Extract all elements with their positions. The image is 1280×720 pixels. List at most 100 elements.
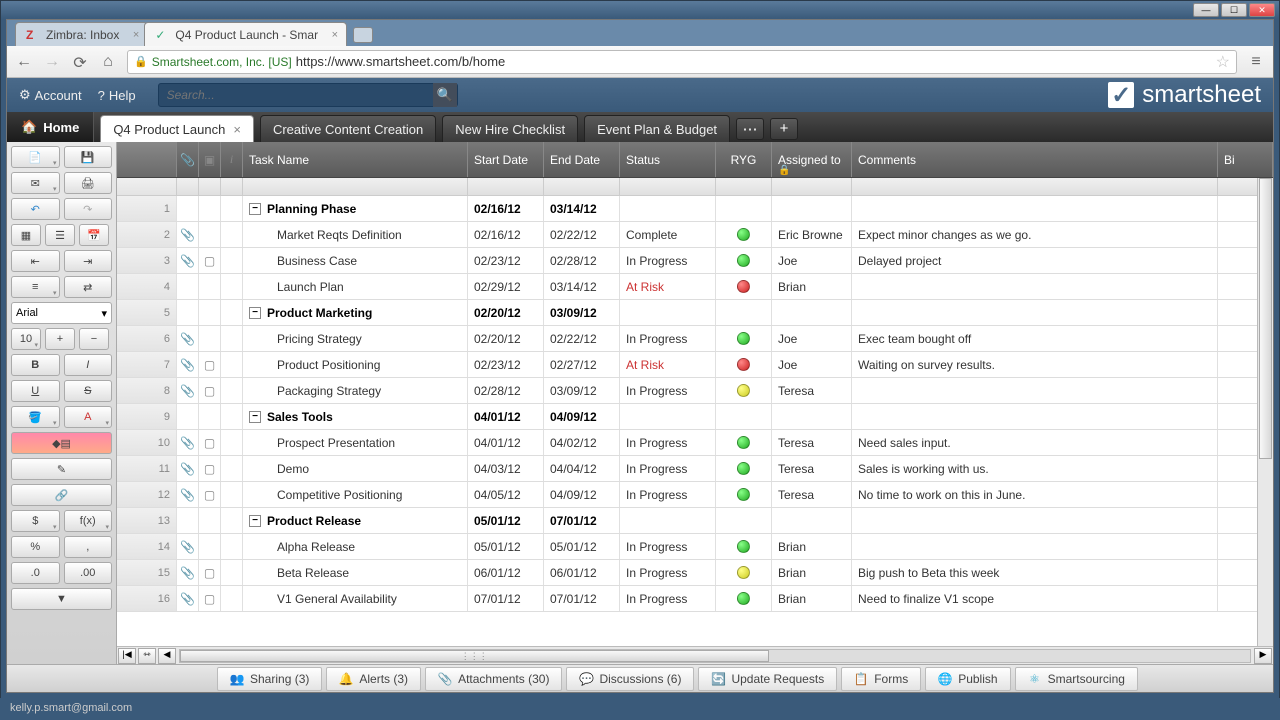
attachment-cell[interactable] [177, 404, 199, 429]
attachment-cell[interactable]: 📎 [177, 352, 199, 377]
comment-cell[interactable] [852, 534, 1218, 559]
info-cell[interactable] [221, 300, 243, 325]
attachment-cell[interactable] [177, 300, 199, 325]
info-column-header[interactable]: i [221, 142, 243, 177]
end-date-cell[interactable]: 06/01/12 [544, 560, 620, 585]
update-requests-button[interactable]: 🔄Update Requests [698, 667, 837, 691]
end-date-cell[interactable]: 02/27/12 [544, 352, 620, 377]
status-cell[interactable]: In Progress [620, 482, 716, 507]
end-date-cell[interactable]: 03/14/12 [544, 274, 620, 299]
table-row[interactable]: 15📎▢Beta Release06/01/1206/01/12In Progr… [117, 560, 1273, 586]
ryg-cell[interactable] [716, 560, 772, 585]
bold-button[interactable]: B [11, 354, 60, 376]
ryg-cell[interactable] [716, 586, 772, 611]
assigned-cell[interactable]: Brian [772, 560, 852, 585]
publish-button[interactable]: 🌐Publish [925, 667, 1010, 691]
ryg-cell[interactable] [716, 300, 772, 325]
comment-cell[interactable]: Expect minor changes as we go. [852, 222, 1218, 247]
status-cell[interactable]: In Progress [620, 326, 716, 351]
window-maximize-button[interactable]: ☐ [1221, 3, 1247, 17]
comment-cell[interactable] [852, 300, 1218, 325]
info-cell[interactable] [221, 274, 243, 299]
discussion-cell[interactable] [199, 508, 221, 533]
close-icon[interactable]: × [332, 29, 338, 41]
collapse-icon[interactable]: − [249, 203, 261, 215]
discussion-cell[interactable]: ▢ [199, 430, 221, 455]
window-minimize-button[interactable]: — [1193, 3, 1219, 17]
scroll-right-button[interactable]: ▶ [1254, 648, 1272, 664]
end-date-cell[interactable]: 07/01/12 [544, 586, 620, 611]
scroll-left-button[interactable]: ◀ [158, 648, 176, 664]
info-cell[interactable] [221, 586, 243, 611]
search-button[interactable]: 🔍 [433, 83, 457, 107]
start-date-cell[interactable]: 02/20/12 [468, 300, 544, 325]
start-date-cell[interactable]: 02/16/12 [468, 222, 544, 247]
task-cell[interactable]: Business Case [243, 248, 468, 273]
calendar-view-button[interactable]: 📅 [79, 224, 109, 246]
discussion-cell[interactable]: ▢ [199, 352, 221, 377]
assigned-cell[interactable]: Joe [772, 248, 852, 273]
discussion-cell[interactable] [199, 274, 221, 299]
sheet-tab[interactable]: Creative Content Creation [260, 115, 436, 142]
toolbar-expand-button[interactable]: ▼ [11, 588, 112, 610]
start-date-cell[interactable]: 06/01/12 [468, 560, 544, 585]
discussion-cell[interactable]: ▢ [199, 378, 221, 403]
discussion-cell[interactable] [199, 222, 221, 247]
comment-cell[interactable] [852, 378, 1218, 403]
table-row[interactable]: 2📎Market Reqts Definition02/16/1202/22/1… [117, 222, 1273, 248]
ryg-cell[interactable] [716, 196, 772, 221]
browser-tab[interactable]: Z Zimbra: Inbox × [15, 22, 148, 46]
extra-column-header[interactable]: Bi [1218, 142, 1273, 177]
collapse-icon[interactable]: − [249, 515, 261, 527]
discussion-cell[interactable]: ▢ [199, 456, 221, 481]
attachment-cell[interactable]: 📎 [177, 378, 199, 403]
task-cell[interactable]: Product Positioning [243, 352, 468, 377]
info-cell[interactable] [221, 482, 243, 507]
info-cell[interactable] [221, 456, 243, 481]
start-date-cell[interactable]: 04/03/12 [468, 456, 544, 481]
sheet-tab[interactable]: Event Plan & Budget [584, 115, 730, 142]
new-sheet-button[interactable]: 📄▾ [11, 146, 60, 168]
wrap-button[interactable]: ⇄ [64, 276, 113, 298]
table-row[interactable]: 1−Planning Phase02/16/1203/14/12 [117, 196, 1273, 222]
table-row[interactable]: 4Launch Plan02/29/1203/14/12At RiskBrian [117, 274, 1273, 300]
start-date-cell[interactable]: 05/01/12 [468, 534, 544, 559]
end-date-cell[interactable]: 03/14/12 [544, 196, 620, 221]
assigned-cell[interactable] [772, 404, 852, 429]
discussion-cell[interactable] [199, 404, 221, 429]
home-button[interactable]: ⌂ [99, 53, 117, 71]
text-color-button[interactable]: A▾ [64, 406, 113, 428]
table-row[interactable]: 3📎▢Business Case02/23/1202/28/12In Progr… [117, 248, 1273, 274]
conditional-format-button[interactable]: ◆▤ [11, 432, 112, 454]
task-cell[interactable]: Launch Plan [243, 274, 468, 299]
ryg-cell[interactable] [716, 274, 772, 299]
decrease-decimal-button[interactable]: .0 [11, 562, 60, 584]
attachments-button[interactable]: 📎Attachments (30) [425, 667, 562, 691]
percent-button[interactable]: % [11, 536, 60, 558]
collapse-icon[interactable]: − [249, 307, 261, 319]
task-cell[interactable]: Beta Release [243, 560, 468, 585]
end-column-header[interactable]: End Date [544, 142, 620, 177]
ryg-cell[interactable] [716, 248, 772, 273]
back-button[interactable]: ← [15, 53, 33, 71]
more-tabs-button[interactable]: ⋯ [736, 118, 764, 140]
attachment-cell[interactable]: 📎 [177, 222, 199, 247]
table-row[interactable]: 7📎▢Product Positioning02/23/1202/27/12At… [117, 352, 1273, 378]
end-date-cell[interactable]: 03/09/12 [544, 300, 620, 325]
table-row[interactable]: 10📎▢Prospect Presentation04/01/1204/02/1… [117, 430, 1273, 456]
status-cell[interactable]: At Risk [620, 274, 716, 299]
info-cell[interactable] [221, 222, 243, 247]
discussion-cell[interactable] [199, 300, 221, 325]
table-row[interactable]: 6📎Pricing Strategy02/20/1202/22/12In Pro… [117, 326, 1273, 352]
assigned-cell[interactable]: Brian [772, 274, 852, 299]
info-cell[interactable] [221, 404, 243, 429]
start-date-cell[interactable]: 04/01/12 [468, 430, 544, 455]
comment-cell[interactable] [852, 508, 1218, 533]
status-cell[interactable] [620, 300, 716, 325]
comma-button[interactable]: , [64, 536, 113, 558]
assigned-cell[interactable] [772, 300, 852, 325]
indent-button[interactable]: ⇥ [64, 250, 113, 272]
start-date-cell[interactable]: 02/28/12 [468, 378, 544, 403]
strike-button[interactable]: S [64, 380, 113, 402]
scroll-fit-button[interactable]: ⇿ [138, 648, 156, 664]
